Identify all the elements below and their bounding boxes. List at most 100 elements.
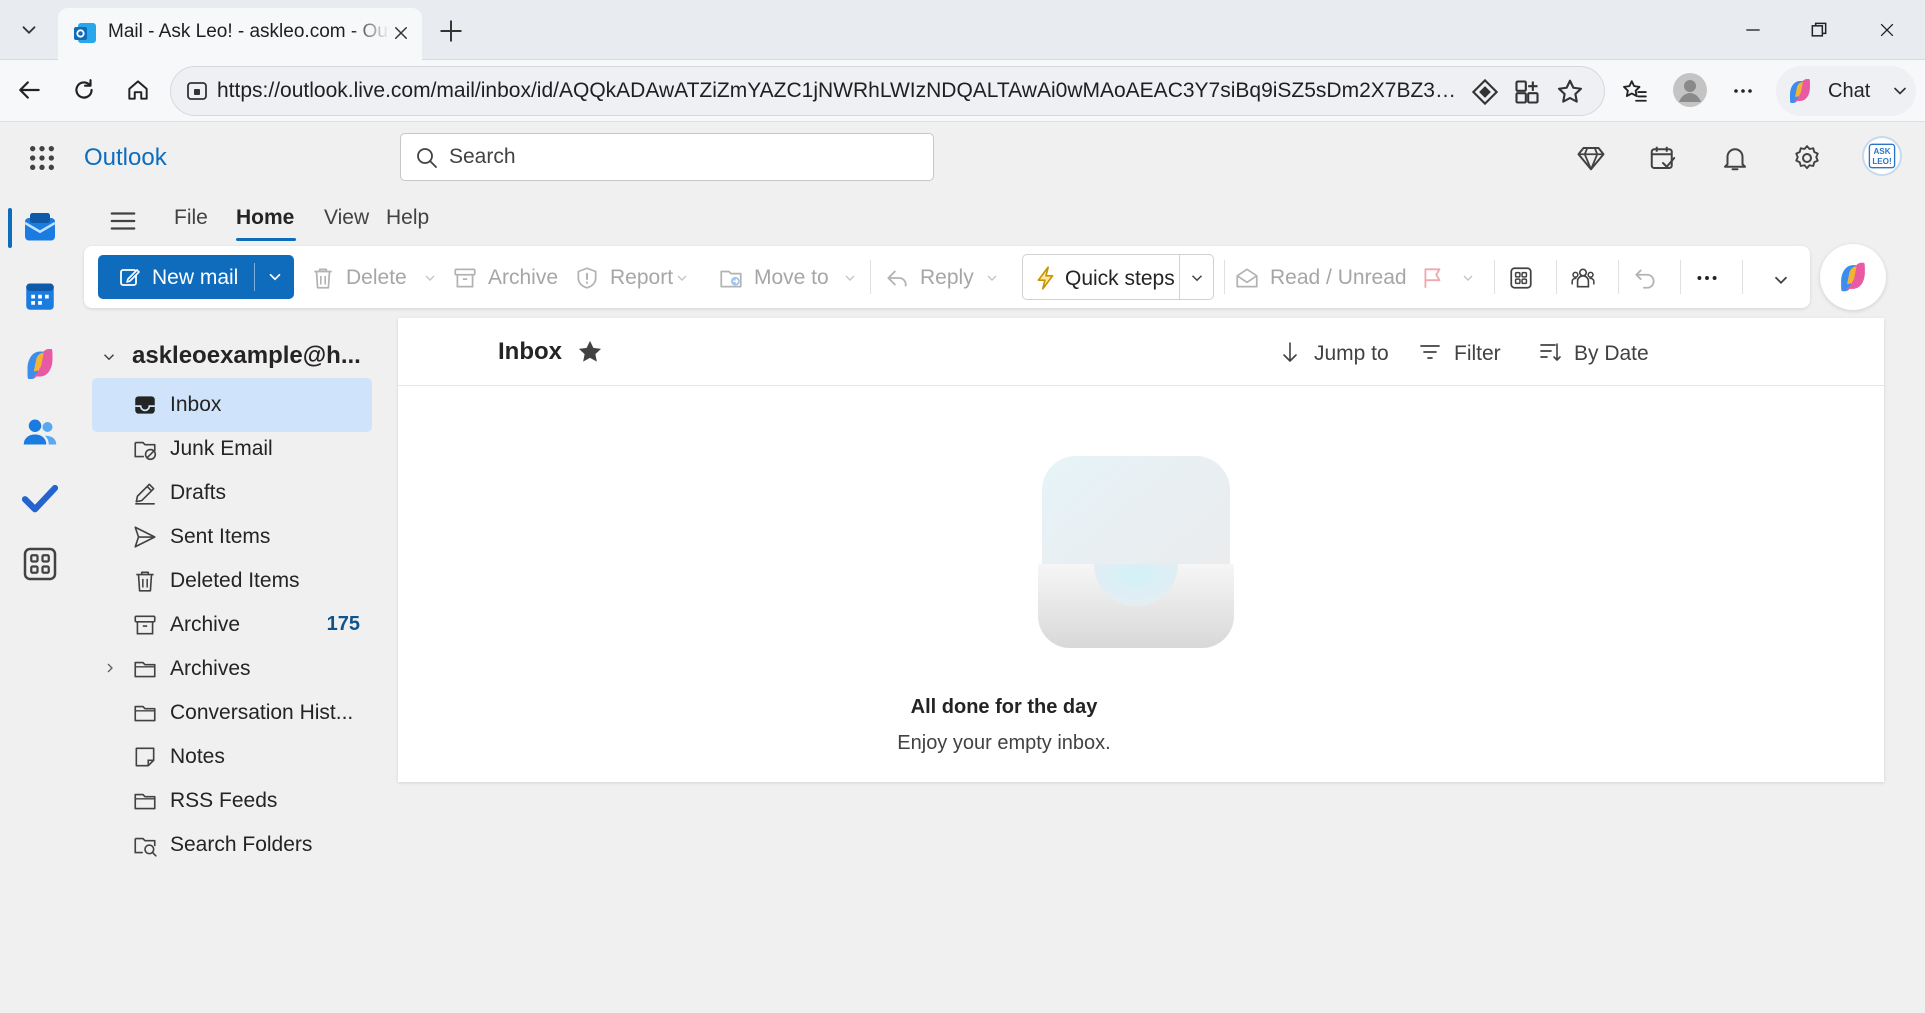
more-dots-icon xyxy=(1694,265,1720,291)
more-commands-button[interactable] xyxy=(1694,255,1724,299)
jump-to-button[interactable]: Jump to xyxy=(1278,336,1389,368)
move-to-chevron-icon[interactable] xyxy=(842,270,858,286)
refresh-icon[interactable] xyxy=(66,72,102,108)
home-icon[interactable] xyxy=(120,72,156,108)
favorite-star-icon[interactable] xyxy=(576,338,604,366)
more-options-icon[interactable] xyxy=(1726,74,1760,108)
delete-chevron-icon[interactable] xyxy=(422,270,438,286)
folder-label: RSS Feeds xyxy=(170,789,278,812)
todo-check-icon[interactable] xyxy=(20,478,60,518)
window-minimize-icon[interactable] xyxy=(1734,14,1772,46)
copilot-icon[interactable] xyxy=(20,344,60,384)
add-favorite-star-icon[interactable] xyxy=(1555,77,1585,107)
reply-button[interactable]: Reply xyxy=(884,255,1000,299)
reply-chevron-icon[interactable] xyxy=(984,270,1000,286)
archive-label: Archive xyxy=(488,266,559,289)
message-list: Inbox Jump to Filter By Date All done fo… xyxy=(398,318,1884,782)
filter-lines-icon xyxy=(1418,340,1442,364)
unread-count-badge: 175 xyxy=(326,613,360,635)
browser-tab[interactable]: Mail - Ask Leo! - askleo.com - Outlook xyxy=(58,8,422,60)
app-launcher-waffle-icon[interactable] xyxy=(26,142,58,174)
tab-actions-chevron-icon[interactable] xyxy=(6,10,52,50)
report-button[interactable]: Report xyxy=(574,255,690,299)
folder-label: Archives xyxy=(170,657,251,680)
account-avatar[interactable]: ASK LEO! xyxy=(1862,136,1902,176)
archive-box-icon xyxy=(132,612,158,638)
folder-label: Search Folders xyxy=(170,833,313,856)
move-to-button[interactable]: Move to xyxy=(718,255,856,299)
tab-help[interactable]: Help xyxy=(386,206,429,230)
more-apps-icon[interactable] xyxy=(20,544,60,584)
hamburger-menu-icon[interactable] xyxy=(108,206,138,236)
ask-leo-logo-icon: ASK LEO! xyxy=(1868,143,1896,169)
search-box[interactable] xyxy=(400,133,934,181)
delete-button[interactable]: Delete xyxy=(310,255,435,299)
active-tab-indicator xyxy=(236,238,296,241)
search-icon xyxy=(415,146,439,170)
my-day-icon[interactable] xyxy=(1648,143,1678,173)
folder-pane: askleoexample@h... Inbox Junk Email Draf… xyxy=(84,318,384,1008)
copilot-chat-button[interactable]: Chat xyxy=(1776,66,1916,116)
window-restore-icon[interactable] xyxy=(1800,14,1838,46)
address-bar[interactable]: https://outlook.live.com/mail/inbox/id/A… xyxy=(170,66,1605,116)
new-tab-plus-icon[interactable] xyxy=(434,14,468,48)
url-text[interactable]: https://outlook.live.com/mail/inbox/id/A… xyxy=(217,79,1457,103)
outlook-brand[interactable]: Outlook xyxy=(84,144,167,172)
filter-button[interactable]: Filter xyxy=(1418,336,1508,368)
browser-toolbar: https://outlook.live.com/mail/inbox/id/A… xyxy=(0,60,1925,122)
install-app-icon[interactable] xyxy=(1513,78,1541,106)
archive-button[interactable]: Archive xyxy=(452,255,558,299)
flag-button[interactable] xyxy=(1420,255,1484,299)
search-input[interactable] xyxy=(449,142,919,172)
folder-icon xyxy=(132,656,158,682)
expand-chevron-right-icon[interactable] xyxy=(102,660,118,676)
quick-steps-chevron-icon[interactable] xyxy=(1188,269,1206,287)
move-folder-icon xyxy=(718,265,744,291)
site-info-lock-icon[interactable] xyxy=(185,79,209,103)
settings-gear-icon[interactable] xyxy=(1792,143,1822,173)
notifications-bell-icon[interactable] xyxy=(1720,143,1750,173)
report-chevron-icon[interactable] xyxy=(674,270,690,286)
flag-chevron-icon[interactable] xyxy=(1460,270,1476,286)
new-mail-button[interactable]: New mail xyxy=(98,255,294,299)
favorites-icon[interactable] xyxy=(1618,74,1652,108)
folder-label: Conversation Hist... xyxy=(170,701,354,724)
envelope-open-icon xyxy=(1234,265,1260,291)
copilot-button[interactable] xyxy=(1820,244,1886,310)
apps-button[interactable] xyxy=(1508,255,1538,299)
calendar-icon[interactable] xyxy=(20,276,60,316)
ribbon-tabs: File Home View Help xyxy=(84,194,684,246)
report-label: Report xyxy=(610,266,674,289)
immersive-reader-icon[interactable] xyxy=(1471,78,1499,106)
rail-active-indicator xyxy=(8,208,12,248)
mail-icon[interactable] xyxy=(20,208,60,248)
chevron-down-icon[interactable] xyxy=(1890,81,1910,101)
delete-label: Delete xyxy=(346,266,407,289)
read-unread-button[interactable]: Read / Unread xyxy=(1234,255,1416,299)
account-name[interactable]: askleoexample@h... xyxy=(132,342,361,370)
account-collapse-chevron-icon[interactable] xyxy=(100,348,118,366)
ribbon-separator xyxy=(1224,260,1225,294)
undo-button[interactable] xyxy=(1632,255,1662,299)
arrow-down-icon xyxy=(1278,340,1302,364)
teams-button[interactable] xyxy=(1570,255,1600,299)
chevron-down-icon xyxy=(1770,269,1792,291)
app-rail xyxy=(0,194,78,1013)
copilot-icon xyxy=(1841,262,1865,292)
quick-steps-button[interactable]: Quick steps xyxy=(1022,254,1214,300)
tab-view[interactable]: View xyxy=(324,206,369,230)
quick-steps-divider xyxy=(1179,255,1180,299)
empty-inbox-illustration xyxy=(1036,454,1236,650)
window-close-icon[interactable] xyxy=(1868,14,1906,46)
tab-home[interactable]: Home xyxy=(236,206,294,230)
tab-close-icon[interactable] xyxy=(388,20,414,46)
tab-file[interactable]: File xyxy=(174,206,208,230)
expand-ribbon-button[interactable] xyxy=(1770,255,1800,299)
sort-by-date-button[interactable]: By Date xyxy=(1538,336,1658,368)
new-mail-chevron-icon[interactable] xyxy=(266,268,284,286)
folder-search-folders[interactable]: Search Folders xyxy=(92,818,372,872)
back-arrow-icon[interactable] xyxy=(12,72,48,108)
profile-avatar-icon[interactable] xyxy=(1672,72,1708,108)
people-icon[interactable] xyxy=(20,412,60,452)
premium-diamond-icon[interactable] xyxy=(1576,143,1606,173)
